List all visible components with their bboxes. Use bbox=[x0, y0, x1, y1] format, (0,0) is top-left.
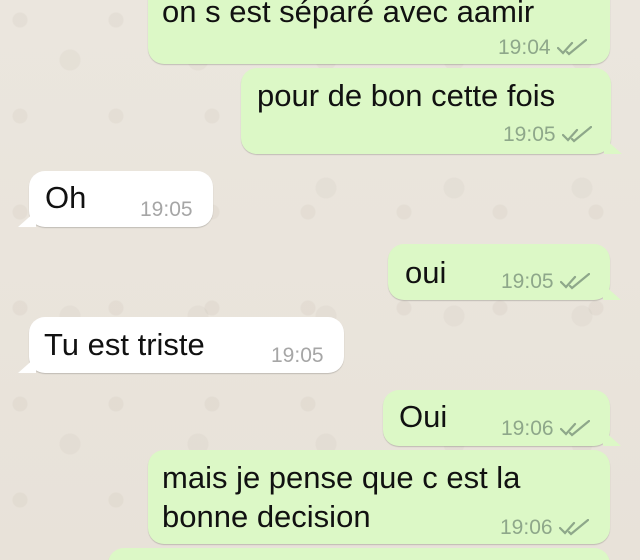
message-time: 19:05 bbox=[503, 124, 592, 145]
outgoing-message-bubble[interactable]: oui 19:05 bbox=[388, 244, 621, 300]
outgoing-message-bubble[interactable]: mais je pense que c est la bonne decisio… bbox=[148, 450, 610, 544]
message-time: 19:05 bbox=[140, 198, 193, 221]
message-text: oui bbox=[405, 255, 447, 290]
incoming-message-bubble[interactable]: Tu est triste 19:05 bbox=[18, 317, 344, 373]
chat-conversation-area[interactable]: on s est séparé avec aamir 19:04 pour de… bbox=[0, 0, 640, 560]
message-time: 19:04 bbox=[498, 37, 587, 58]
double-check-icon bbox=[556, 39, 587, 56]
message-text: Tu est triste bbox=[44, 327, 205, 362]
incoming-message-bubble[interactable]: Oh 19:05 bbox=[18, 171, 213, 227]
double-check-icon bbox=[559, 420, 590, 437]
double-check-icon bbox=[558, 519, 589, 536]
outgoing-message-bubble[interactable]: pour de bon cette fois 19:05 bbox=[241, 68, 622, 154]
message-text: Oui bbox=[399, 399, 448, 434]
outgoing-message-bubble[interactable]: Oui 19:06 bbox=[383, 390, 621, 446]
outgoing-message-bubble[interactable]: on s est séparé avec aamir 19:04 bbox=[148, 0, 610, 64]
message-line: bonne decision bbox=[162, 499, 371, 534]
message-line: mais je pense que c est la bbox=[162, 460, 521, 495]
message-text: on s est séparé avec aamir bbox=[162, 0, 535, 29]
outgoing-message-bubble-partial[interactable] bbox=[108, 548, 610, 560]
message-time: 19:05 bbox=[501, 271, 590, 292]
message-time: 19:06 bbox=[500, 517, 589, 538]
message-text: pour de bon cette fois bbox=[257, 78, 556, 113]
message-time: 19:05 bbox=[271, 344, 324, 367]
double-check-icon bbox=[559, 273, 590, 290]
double-check-icon bbox=[561, 126, 592, 143]
message-text: Oh bbox=[45, 180, 87, 215]
message-time: 19:06 bbox=[501, 418, 590, 439]
